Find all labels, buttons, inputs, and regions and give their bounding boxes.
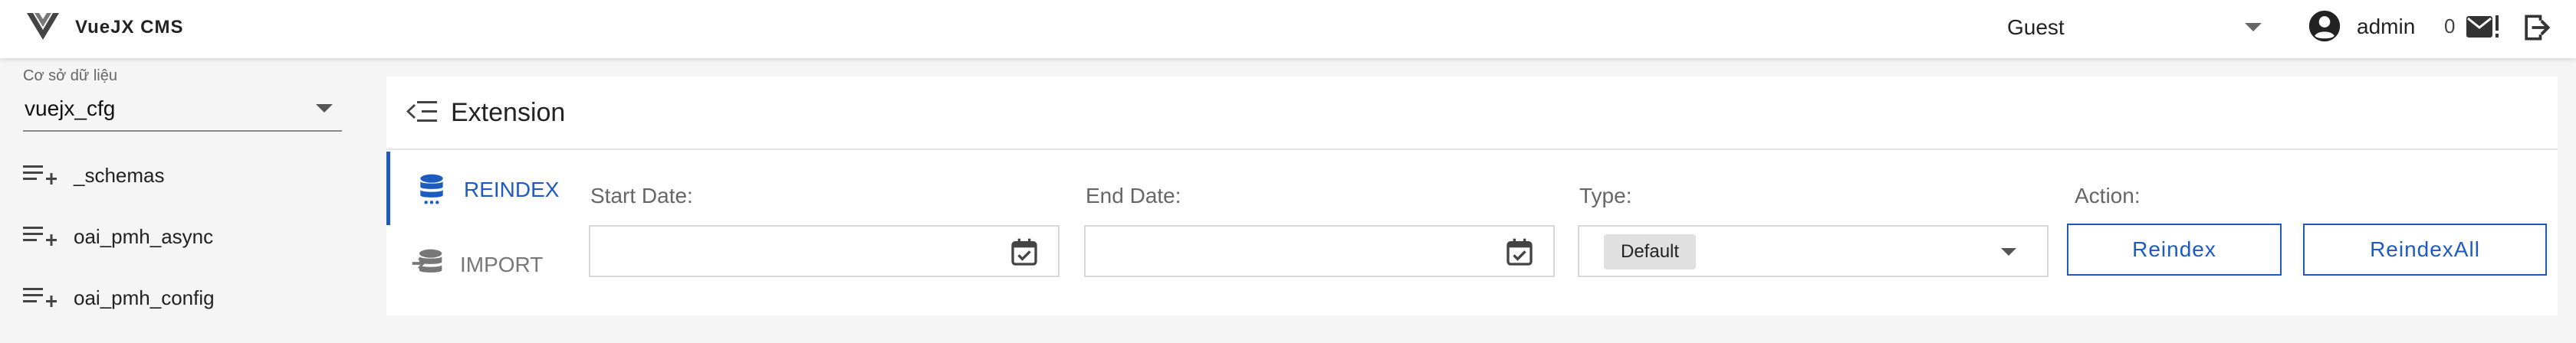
playlist-add-icon bbox=[23, 165, 57, 185]
sidebar-item-oai-pmh-async[interactable]: oai_pmh_async bbox=[23, 213, 345, 259]
vuejx-logo[interactable] bbox=[26, 11, 60, 41]
type-chip: Default bbox=[1604, 234, 1697, 270]
playlist-add-icon bbox=[23, 227, 57, 246]
action-label: Action: bbox=[2075, 184, 2141, 207]
app-title: VueJX CMS bbox=[75, 17, 184, 38]
extension-tabs: REINDEX IMPORT bbox=[386, 152, 567, 315]
tab-reindex[interactable]: REINDEX bbox=[386, 152, 567, 225]
extension-panel: Extension REINDEX IMPORT Start Date: End… bbox=[386, 77, 2558, 315]
playlist-add-icon bbox=[23, 288, 57, 307]
end-date-input[interactable] bbox=[1086, 227, 1500, 276]
account-circle-icon[interactable] bbox=[2308, 9, 2341, 43]
chevron-down-icon bbox=[2001, 248, 2016, 256]
panel-header: Extension bbox=[386, 77, 2558, 150]
tab-import[interactable]: IMPORT bbox=[386, 227, 567, 300]
mail-count: 0 bbox=[2444, 15, 2456, 38]
type-label: Type: bbox=[1579, 184, 1632, 207]
user-select[interactable]: Guest bbox=[2004, 9, 2272, 44]
sidebar-item-oai-pmh-config[interactable]: oai_pmh_config bbox=[23, 274, 345, 320]
calendar-check-icon[interactable] bbox=[1009, 237, 1040, 268]
menu-open-icon[interactable] bbox=[405, 96, 439, 127]
sidebar-item-label: oai_pmh_async bbox=[74, 225, 214, 248]
sidebar-item-label: oai_pmh_config bbox=[74, 286, 215, 309]
user-select-value: Guest bbox=[2007, 15, 2065, 39]
database-select[interactable]: vuejx_cfg bbox=[23, 89, 342, 132]
page-title: Extension bbox=[451, 98, 566, 127]
start-date-input[interactable] bbox=[590, 227, 1004, 276]
mail-alert-icon[interactable] bbox=[2466, 14, 2501, 40]
start-date-label: Start Date: bbox=[590, 184, 693, 207]
sidebar: Cơ sở dữ liệu vuejx_cfg _schemas oai_pmh… bbox=[0, 58, 365, 343]
calendar-check-icon[interactable] bbox=[1504, 237, 1535, 268]
account-name[interactable]: admin bbox=[2357, 15, 2415, 39]
database-icon bbox=[420, 174, 443, 204]
type-select[interactable]: Default bbox=[1578, 225, 2049, 277]
logout-icon[interactable] bbox=[2519, 11, 2553, 44]
reindex-button[interactable]: Reindex bbox=[2067, 224, 2282, 276]
chevron-down-icon bbox=[2245, 23, 2262, 31]
database-select-value: vuejx_cfg bbox=[25, 96, 116, 120]
database-label: Cơ sở dữ liệu bbox=[23, 67, 117, 84]
reindex-all-button[interactable]: ReindexAll bbox=[2303, 224, 2547, 276]
sidebar-item-schemas[interactable]: _schemas bbox=[23, 152, 345, 198]
end-date-field[interactable] bbox=[1084, 225, 1555, 277]
sidebar-item-label: _schemas bbox=[74, 164, 165, 187]
app-bar: VueJX CMS Guest admin 0 bbox=[0, 0, 2576, 58]
end-date-label: End Date: bbox=[1086, 184, 1181, 207]
database-import-icon bbox=[412, 249, 442, 273]
start-date-field[interactable] bbox=[589, 225, 1060, 277]
tab-label: REINDEX bbox=[464, 178, 560, 201]
tab-label: IMPORT bbox=[460, 253, 544, 276]
chevron-down-icon bbox=[316, 104, 333, 113]
reindex-form: Start Date: End Date: Type: Default Acti… bbox=[567, 152, 2558, 315]
